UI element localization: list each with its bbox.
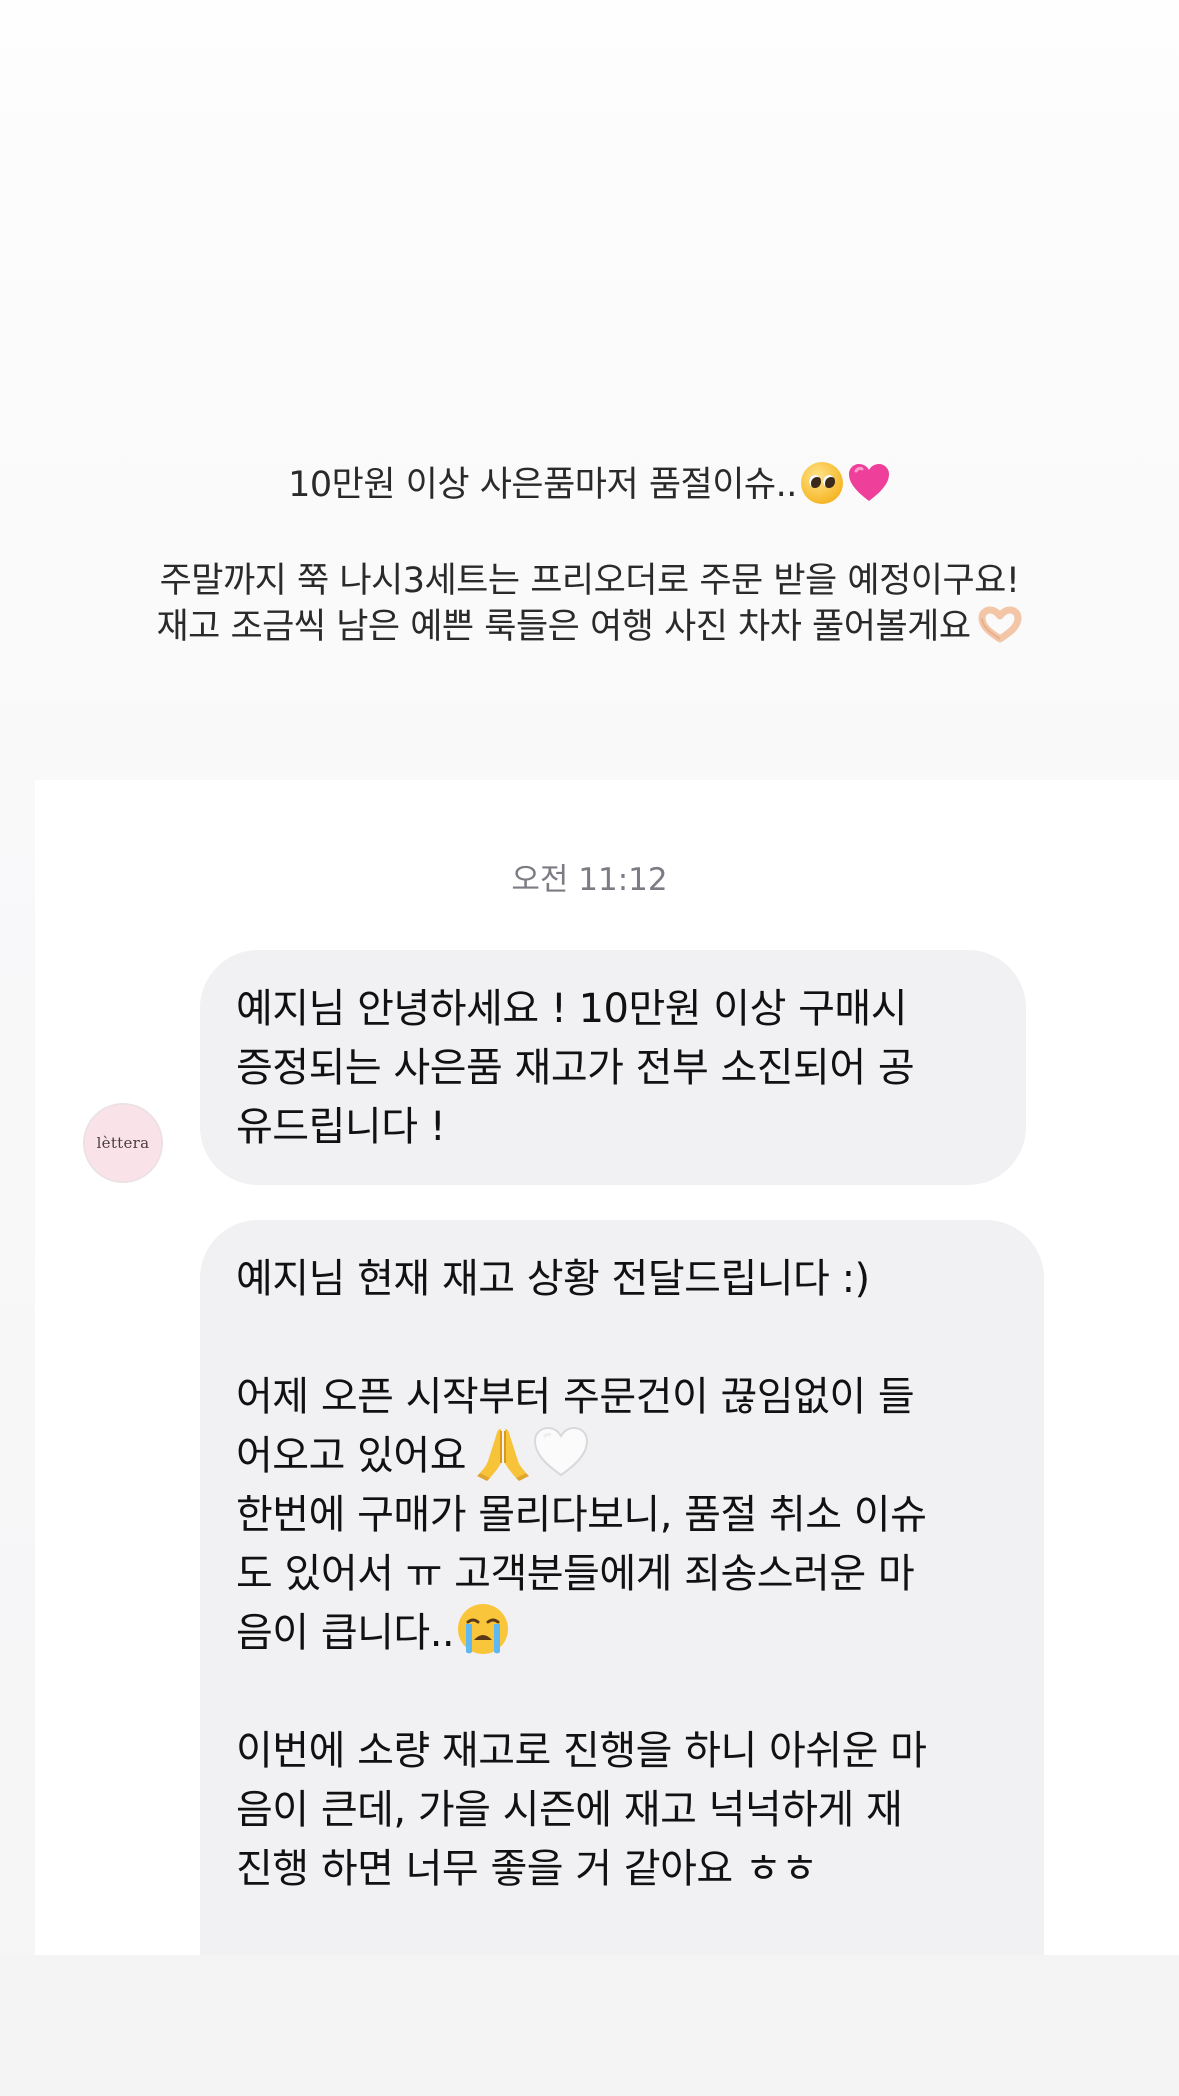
message-line-with-emoji: 음이 큽니다.. [236, 1604, 1008, 1663]
message-line-text: 어오고 있어요 [236, 1433, 467, 1479]
caption-text-1: 10만원 이상 사은품마저 품절이슈.. [288, 465, 797, 505]
pleading-face-icon [800, 462, 843, 504]
message-timestamp: 오전 11:12 [511, 862, 668, 898]
story-caption-line-1: 10만원 이상 사은품마저 품절이슈.. [0, 462, 1179, 508]
message-line: 도 있어서 ㅠ 고객분들에게 죄송스러운 마 [236, 1551, 915, 1597]
message-line: 이번에 소량 재고로 진행을 하니 아쉬운 마 [236, 1728, 927, 1774]
story-screen: 10만원 이상 사은품마저 품절이슈.. 주말까지 쭉 나시3세트는 프리오더로… [0, 0, 1179, 2096]
message-line: 음이 큰데, 가을 시즌에 재고 넉넉하게 재 [236, 1787, 903, 1833]
message-line: 예지님 안녕하세요 ! 10만원 이상 구매시 [236, 986, 908, 1032]
heart-hands-icon [977, 605, 1023, 645]
sender-avatar[interactable]: lèttera [83, 1103, 163, 1183]
incoming-message-bubble[interactable]: 예지님 현재 재고 상황 전달드립니다 :) 어제 오픈 시작부터 주문건이 끊… [200, 1220, 1044, 2020]
story-caption-line-3: 재고 조금씩 남은 예쁜 룩들은 여행 사진 차차 풀어볼게요 [0, 604, 1179, 650]
message-line: 예지님 현재 재고 상황 전달드립니다 :) [236, 1256, 870, 1302]
message-line-with-emoji: 어오고 있어요 [236, 1425, 1008, 1486]
message-line: 한번에 구매가 몰리다보니, 품절 취소 이슈 [236, 1492, 927, 1538]
incoming-message-bubble[interactable]: 예지님 안녕하세요 ! 10만원 이상 구매시 증정되는 사은품 재고가 전부 … [200, 950, 1026, 1185]
white-heart-icon [532, 1425, 590, 1479]
message-line-text: 음이 큽니다.. [236, 1610, 455, 1656]
story-caption-line-2: 주말까지 쭉 나시3세트는 프리오더로 주문 받을 예정이구요! [159, 561, 1020, 601]
message-line: 진행 하면 너무 좋을 거 같아요 ㅎㅎ [236, 1846, 818, 1892]
pink-heart-icon [847, 461, 891, 505]
crying-face-icon [456, 1602, 510, 1656]
message-line: 증정되는 사은품 재고가 전부 소진되어 공 [236, 1045, 915, 1091]
message-line: 유드립니다 ! [236, 1104, 446, 1150]
folded-hands-icon [474, 1423, 532, 1481]
bottom-background [0, 1955, 1179, 2096]
message-line: 어제 오픈 시작부터 주문건이 끊임없이 들 [236, 1374, 915, 1420]
caption-text-3: 재고 조금씩 남은 예쁜 룩들은 여행 사진 차차 풀어볼게요 [156, 607, 971, 647]
avatar-logo-text: lèttera [96, 1134, 150, 1152]
